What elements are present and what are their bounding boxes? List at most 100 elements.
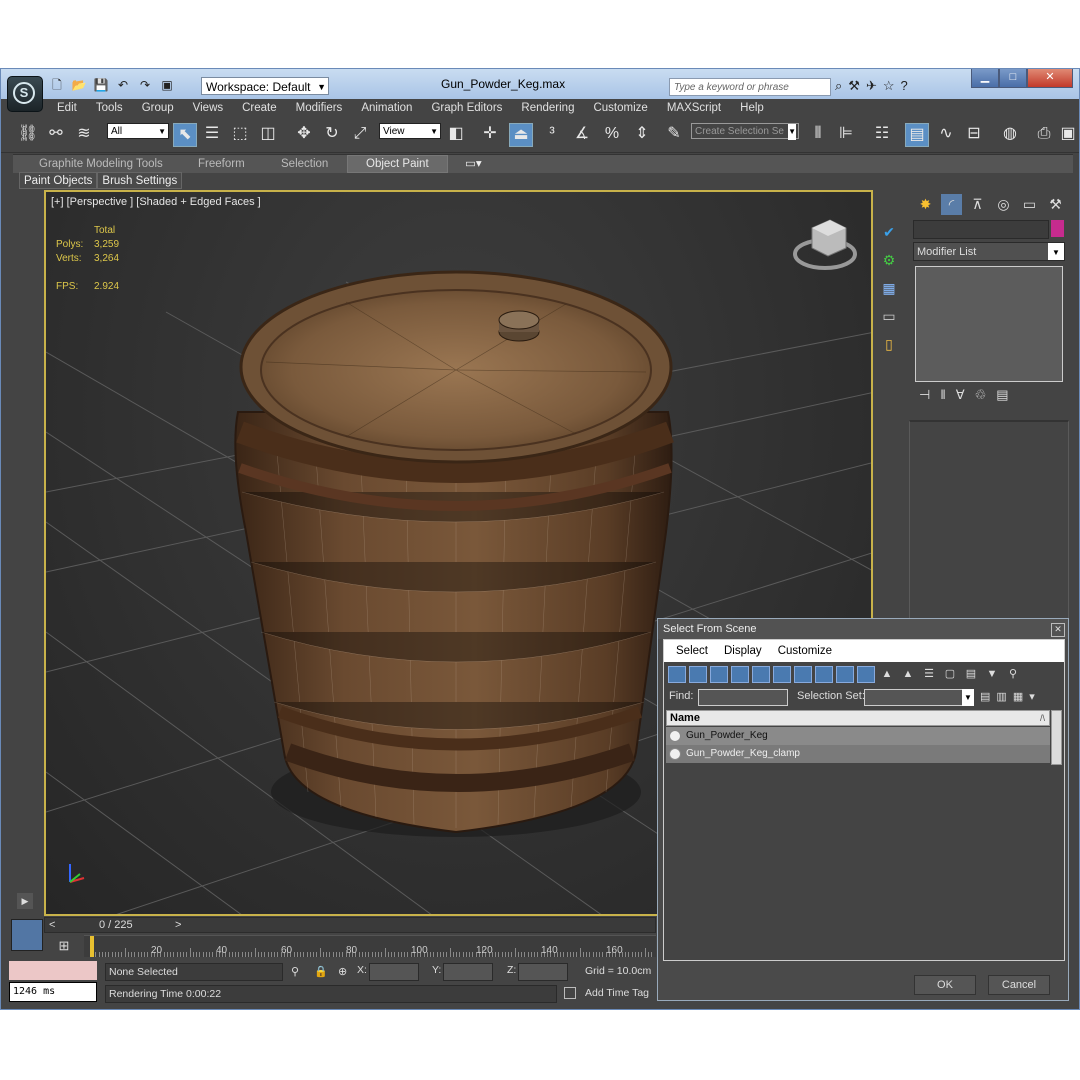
time-next-icon[interactable]: > [175, 918, 181, 932]
display-helpers-icon[interactable] [752, 666, 770, 683]
close-button[interactable]: ✕ [1027, 69, 1073, 88]
menu-rendering[interactable]: Rendering [521, 99, 574, 117]
save-file-icon[interactable]: 💾 [93, 77, 109, 93]
drill-icon[interactable]: ⚙ [877, 248, 901, 272]
display-cameras-icon[interactable] [731, 666, 749, 683]
graphite-toggle-icon[interactable]: ▤ [905, 123, 929, 147]
spinner-snap-icon[interactable]: ⇕ [631, 123, 653, 145]
select-children-icon[interactable]: ▥ [996, 690, 1006, 703]
named-selection-set-dropdown[interactable]: Create Selection Se ▼ [691, 123, 799, 140]
hierarchy-tab-icon[interactable]: ⊼ [967, 194, 988, 215]
modifier-list-dropdown[interactable]: Modifier List ▼ [913, 242, 1065, 261]
open-file-icon[interactable]: 📂 [71, 77, 87, 93]
ribbon-options-icon[interactable]: ▭▾ [465, 156, 482, 172]
snaps-toggle-icon[interactable]: ³ [541, 123, 563, 145]
door-icon[interactable]: ▯ [877, 332, 901, 356]
menu-customize[interactable]: Customize [593, 99, 647, 117]
render-frame-icon[interactable]: ▣ [1057, 123, 1079, 145]
find-input[interactable] [698, 689, 788, 706]
pivot-center-icon[interactable]: ◧ [445, 123, 467, 145]
utilities-tab-icon[interactable]: ⚒ [1045, 194, 1066, 215]
y-coordinate-field[interactable] [443, 963, 493, 981]
display-shapes-icon[interactable] [689, 666, 707, 683]
tab-selection[interactable]: Selection [281, 156, 328, 172]
select-dependents-icon[interactable]: ▤ [980, 690, 990, 703]
viewcube-icon[interactable] [793, 219, 857, 270]
menu-animation[interactable]: Animation [361, 99, 412, 117]
angle-snap-icon[interactable]: ∡ [571, 123, 593, 145]
menu-group[interactable]: Group [142, 99, 174, 117]
display-frozen-icon[interactable]: ▲ [878, 666, 896, 683]
display-bones-icon[interactable] [836, 666, 854, 683]
reference-coordinate-dropdown[interactable]: View ▼ [379, 123, 441, 139]
filter-icon[interactable]: ▼ [983, 666, 1001, 683]
tab-graphite-modeling-tools[interactable]: Graphite Modeling Tools [39, 156, 163, 172]
options-menu-icon[interactable]: ▾ [1029, 690, 1035, 703]
menu-modifiers[interactable]: Modifiers [296, 99, 343, 117]
unlink-icon[interactable]: ⚯ [45, 123, 67, 145]
minicurve-toggle[interactable] [11, 919, 43, 951]
subscription-icon[interactable]: ⚒ [848, 78, 860, 94]
select-manipulate-icon[interactable]: ✛ [479, 123, 501, 145]
select-none-icon[interactable]: ▢ [941, 666, 959, 683]
rectangular-selection-icon[interactable]: ⬚ [229, 123, 251, 145]
select-invert-icon[interactable]: ▤ [962, 666, 980, 683]
menu-graph-editors[interactable]: Graph Editors [431, 99, 502, 117]
display-xrefs-icon[interactable] [815, 666, 833, 683]
display-containers-icon[interactable] [857, 666, 875, 683]
render-setup-icon[interactable]: ⎙ [1033, 123, 1055, 145]
window-crossing-icon[interactable]: ◫ [257, 123, 279, 145]
mirror-icon[interactable]: ⫴ [807, 123, 829, 145]
ok-button[interactable]: OK [914, 975, 976, 995]
link-icon[interactable]: ⛓ [17, 123, 39, 145]
make-unique-icon[interactable]: ∀ [956, 387, 965, 403]
app-logo-icon[interactable]: S [7, 76, 43, 112]
scale-icon[interactable]: ⤢ [349, 123, 371, 145]
list-item[interactable]: Gun_Powder_Keg_clamp [666, 745, 1050, 763]
display-lights-icon[interactable] [710, 666, 728, 683]
add-time-tag[interactable]: Add Time Tag [585, 987, 649, 999]
keyboard-shortcut-override-icon[interactable]: ⏏ [509, 123, 533, 147]
create-tab-icon[interactable]: ✸ [915, 194, 936, 215]
time-slider[interactable]: < 0 / 225 > [44, 917, 656, 933]
curve-editor-icon[interactable]: ∿ [935, 123, 957, 145]
material-editor-icon[interactable]: ◍ [999, 123, 1021, 145]
monitor-icon[interactable]: ▭ [877, 304, 901, 328]
percent-snap-icon[interactable]: % [601, 123, 623, 145]
dialog-menu-customize[interactable]: Customize [778, 640, 832, 662]
workspace-dropdown[interactable]: Workspace: Default ▼ [201, 77, 329, 95]
display-hidden-icon[interactable]: ▲ [899, 666, 917, 683]
key-lock-icon[interactable]: ⚲ [291, 965, 299, 978]
new-file-icon[interactable]: 🗋 [49, 77, 65, 93]
tab-object-paint[interactable]: Object Paint [347, 155, 448, 173]
expand-track-icon[interactable]: ▶ [17, 893, 33, 909]
panel-brush-settings[interactable]: Brush Settings [97, 172, 183, 189]
minimize-button[interactable]: ▁ [971, 69, 999, 88]
modify-tab-icon[interactable]: ◜ [941, 194, 962, 215]
selection-set-dropdown[interactable] [864, 689, 974, 706]
chevron-down-icon[interactable]: ▼ [962, 689, 974, 706]
list-item[interactable]: Gun_Powder_Keg [666, 727, 1050, 745]
list-scrollbar[interactable] [1051, 710, 1062, 765]
name-column-header[interactable]: Name /\ [666, 710, 1050, 726]
binoculars-icon[interactable]: ⌕ [835, 78, 842, 94]
remove-modifier-icon[interactable]: ♲ [975, 387, 987, 403]
show-end-result-icon[interactable]: ‖ [940, 387, 945, 403]
menu-views[interactable]: Views [193, 99, 223, 117]
panel-paint-objects[interactable]: Paint Objects [19, 172, 98, 189]
display-geometry-icon[interactable] [668, 666, 686, 683]
undo-icon[interactable]: ↶ [115, 77, 131, 93]
cancel-button[interactable]: Cancel [988, 975, 1050, 995]
select-object-icon[interactable]: ⬉ [173, 123, 197, 147]
menu-tools[interactable]: Tools [96, 99, 123, 117]
select-all-icon[interactable]: ☰ [920, 666, 938, 683]
key-filters-icon[interactable]: ⊞ [51, 935, 77, 956]
maximize-button[interactable]: □ [999, 69, 1027, 88]
help-icon[interactable]: ? [901, 78, 908, 94]
configure-sets-icon[interactable]: ▤ [996, 387, 1008, 403]
selection-filter-dropdown[interactable]: All ▼ [107, 123, 169, 139]
z-coordinate-field[interactable] [518, 963, 568, 981]
modifier-stack[interactable] [915, 266, 1063, 382]
track-bar[interactable]: 20 40 60 80 100 120 140 160 [84, 935, 656, 957]
object-color-swatch[interactable] [1051, 220, 1064, 237]
